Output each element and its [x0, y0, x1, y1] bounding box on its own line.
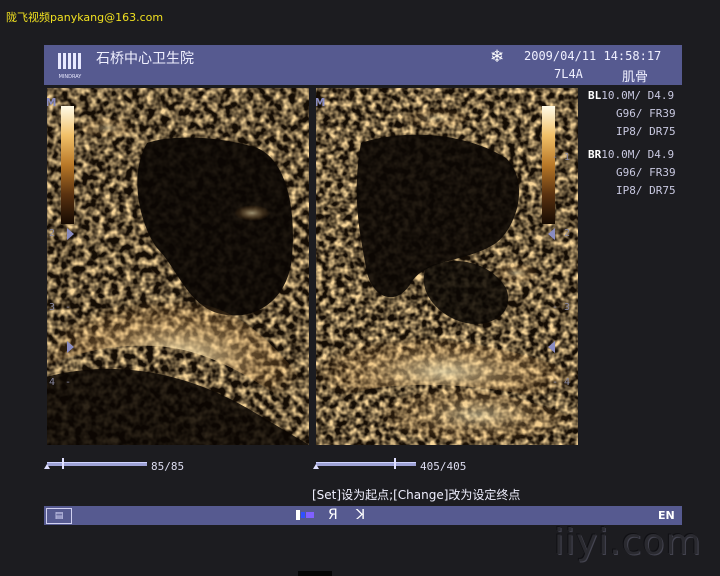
operation-hint: [Set]设为起点;[Change]改为设定终点 [312, 488, 521, 502]
menu-button[interactable]: ▤ [46, 508, 72, 524]
bottom-edge [298, 571, 332, 576]
header-bar: MINDRAY 石桥中心卫生院 ❄ 2009/04/11 14:58:17 7L… [44, 45, 682, 85]
cine-frame-count-left: 85/85 [151, 460, 185, 473]
cine-knob-right[interactable] [394, 458, 396, 469]
logo-text: MINDRAY [59, 74, 83, 80]
cine-frame-count-right: 405/405 [420, 460, 467, 473]
cine-start-marker-right [313, 464, 319, 469]
depth-label: 3 [49, 302, 56, 313]
params-br-l1: 10.0M/ D4.9 [601, 148, 675, 161]
depth-label: 1 [564, 152, 571, 163]
ultrasound-texture-left [47, 88, 309, 445]
language-indicator: EN [658, 509, 675, 522]
cine-track-right [316, 462, 416, 466]
focus-marker-right-2[interactable] [548, 341, 555, 353]
grayscale-bar-right [542, 106, 555, 224]
depth-label: 2 [49, 228, 56, 239]
depth-label: 4 [564, 377, 571, 388]
depth-label: 2 [564, 228, 571, 239]
cine-icon[interactable] [296, 509, 316, 525]
grayscale-bar-left [61, 106, 74, 224]
depth-tick: - [65, 228, 72, 239]
params-bl-line3: IP8/ DR75 [616, 125, 676, 138]
cine-slider-left[interactable] [44, 458, 147, 470]
focus-marker-right-1[interactable] [548, 228, 555, 240]
params-bl-line1: BL10.0M/ D4.9 [588, 89, 674, 102]
watermark-bottom: iiyi.com [554, 522, 702, 563]
depth-tick: - [65, 377, 72, 388]
depth-tick: - [552, 152, 559, 163]
r-mirror-icon[interactable]: Я [328, 507, 338, 523]
watermark-top: 陇飞视频panykang@163.com [6, 11, 164, 24]
depth-tick: - [65, 302, 72, 313]
depth-label: 3 [564, 302, 571, 313]
b-mirror-icon[interactable]: ꓘ [356, 507, 365, 523]
m-mark-icon-left: M [47, 96, 57, 109]
cine-knob-left[interactable] [62, 458, 64, 469]
ultrasound-image-left[interactable]: M 2 3 4 - - - [47, 88, 309, 445]
hospital-name: 石桥中心卫生院 [96, 51, 194, 67]
params-br-line2: G96/ FR39 [616, 166, 676, 179]
datetime: 2009/04/11 14:58:17 [524, 49, 662, 63]
params-bl-line2: G96/ FR39 [616, 107, 676, 120]
cine-start-marker-left [44, 464, 50, 469]
depth-tick: - [552, 302, 559, 313]
freeze-snowflake-icon[interactable]: ❄ [490, 47, 504, 67]
params-br-tag: BR [588, 148, 602, 161]
ultrasound-image-right[interactable]: M 1 2 3 4 - - - [316, 88, 578, 445]
cine-slider-right[interactable] [313, 458, 416, 470]
m-mark-icon-right: M [316, 96, 326, 109]
focus-marker-left-2[interactable] [67, 341, 74, 353]
params-bl-tag: BL [588, 89, 602, 102]
mindray-logo: MINDRAY [56, 49, 84, 81]
depth-label: 4 [49, 377, 56, 388]
exam-preset: 肌骨 [622, 70, 649, 85]
params-br-line1: BR10.0M/ D4.9 [588, 148, 674, 161]
params-br-line3: IP8/ DR75 [616, 184, 676, 197]
probe-name: 7L4A [554, 67, 583, 81]
ultrasound-texture-right [316, 88, 578, 445]
depth-tick: - [552, 377, 559, 388]
params-bl-l1: 10.0M/ D4.9 [601, 89, 675, 102]
